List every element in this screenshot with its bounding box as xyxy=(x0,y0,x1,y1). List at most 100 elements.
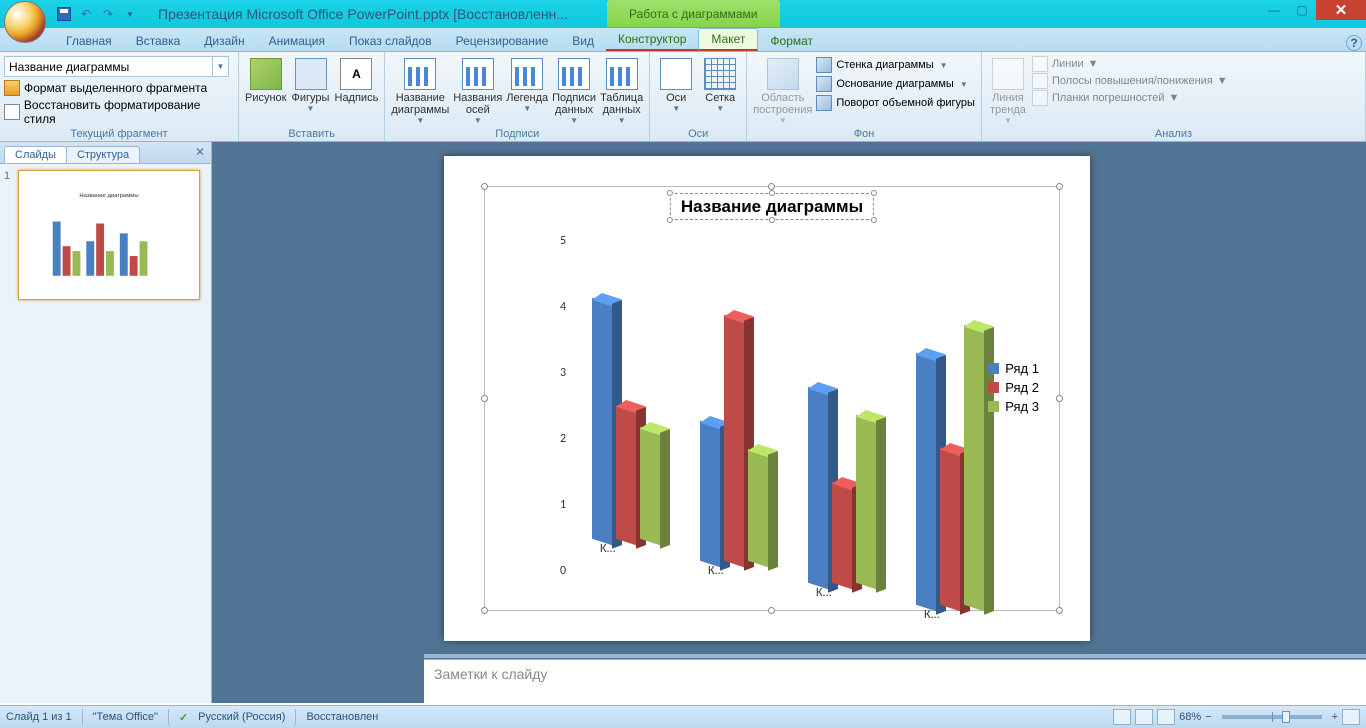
maximize-button[interactable]: ▢ xyxy=(1288,0,1316,20)
tab-layout[interactable]: Макет xyxy=(698,28,758,51)
chart-floor-button[interactable]: Основание диаграммы▼ xyxy=(814,75,977,93)
redo-button[interactable]: ↷ xyxy=(100,6,116,22)
insert-picture-button[interactable]: Рисунок xyxy=(243,54,289,104)
workspace: Слайды Структура ✕ 1 Название диаграммы xyxy=(0,142,1366,703)
chart-title-button[interactable]: Название диаграммы▼ xyxy=(389,54,451,125)
insert-shapes-button[interactable]: Фигуры▼ xyxy=(289,54,333,113)
tab-slideshow[interactable]: Показ слайдов xyxy=(337,31,444,51)
insert-textbox-button[interactable]: A Надпись xyxy=(333,54,381,104)
chart-bars xyxy=(557,247,967,587)
resize-handle[interactable] xyxy=(871,217,877,223)
tab-outline[interactable]: Структура xyxy=(66,146,140,163)
resize-handle[interactable] xyxy=(768,607,775,614)
sorter-view-button[interactable] xyxy=(1135,709,1153,725)
resize-handle[interactable] xyxy=(667,217,673,223)
close-panel-button[interactable]: ✕ xyxy=(195,145,205,159)
thumb-chart-icon: Название диаграммы xyxy=(35,187,183,286)
chart-legend[interactable]: Ряд 1Ряд 2Ряд 3 xyxy=(988,357,1039,418)
chart-bar xyxy=(856,415,876,589)
chart-wall-icon xyxy=(816,57,832,73)
group-title: Подписи xyxy=(389,127,645,141)
slide-counter: Слайд 1 из 1 xyxy=(6,711,72,723)
chart-floor-icon xyxy=(816,76,832,92)
reset-style-button[interactable]: Восстановить форматирование стиля xyxy=(4,97,234,127)
lines-button: Линии▼ xyxy=(1030,56,1230,72)
normal-view-button[interactable] xyxy=(1113,709,1131,725)
resize-handle[interactable] xyxy=(1056,395,1063,402)
qat-dropdown[interactable]: ▼ xyxy=(122,6,138,22)
legend-item: Ряд 2 xyxy=(988,380,1039,395)
resize-handle[interactable] xyxy=(769,190,775,196)
resize-handle[interactable] xyxy=(871,190,877,196)
titlebar: ↶ ↷ ▼ Презентация Microsoft Office Power… xyxy=(0,0,1366,28)
resize-handle[interactable] xyxy=(768,183,775,190)
tab-constructor[interactable]: Конструктор xyxy=(606,29,698,51)
save-button[interactable] xyxy=(56,6,72,22)
resize-handle[interactable] xyxy=(481,183,488,190)
notes-pane[interactable]: Заметки к слайду xyxy=(424,659,1366,703)
help-button[interactable]: ? xyxy=(1346,35,1362,51)
slideshow-view-button[interactable] xyxy=(1157,709,1175,725)
close-button[interactable]: ✕ xyxy=(1316,0,1366,20)
ribbon-tabs: Главная Вставка Дизайн Анимация Показ сл… xyxy=(0,28,1366,52)
chart-bar xyxy=(700,421,720,567)
tab-format[interactable]: Формат xyxy=(758,31,825,51)
chart-object[interactable]: Название диаграммы 012345 К...К...К...К.… xyxy=(484,186,1060,611)
zoom-in-button[interactable]: + xyxy=(1332,711,1338,723)
resize-handle[interactable] xyxy=(667,190,673,196)
resize-handle[interactable] xyxy=(481,395,488,402)
data-table-button[interactable]: Таблица данных▼ xyxy=(598,54,645,125)
office-button[interactable] xyxy=(4,1,46,43)
resize-handle[interactable] xyxy=(769,217,775,223)
axis-titles-button[interactable]: Названия осей▼ xyxy=(451,54,504,125)
chart-bar xyxy=(832,482,852,589)
format-selection-button[interactable]: Формат выделенного фрагмента xyxy=(4,79,207,97)
format-selection-icon xyxy=(4,80,20,96)
undo-button[interactable]: ↶ xyxy=(78,6,94,22)
tab-home[interactable]: Главная xyxy=(54,31,124,51)
tab-view[interactable]: Вид xyxy=(560,31,606,51)
zoom-level[interactable]: 68% xyxy=(1179,711,1201,723)
rotation-3d-button[interactable]: Поворот объемной фигуры xyxy=(814,94,977,112)
window-controls: — ▢ ✕ xyxy=(1260,0,1366,20)
resize-handle[interactable] xyxy=(1056,183,1063,190)
error-bars-button: Планки погрешностей▼ xyxy=(1030,90,1230,106)
gridlines-button[interactable]: Сетка▼ xyxy=(698,54,742,113)
tab-design[interactable]: Дизайн xyxy=(192,31,256,51)
legend-item: Ряд 1 xyxy=(988,361,1039,376)
resize-handle[interactable] xyxy=(1056,607,1063,614)
fit-to-window-button[interactable] xyxy=(1342,709,1360,725)
tab-insert[interactable]: Вставка xyxy=(124,31,193,51)
resize-handle[interactable] xyxy=(481,607,488,614)
zoom-slider[interactable] xyxy=(1222,715,1322,719)
slide-editor[interactable]: Название диаграммы 012345 К...К...К...К.… xyxy=(212,142,1366,703)
axes-button[interactable]: Оси▼ xyxy=(654,54,698,113)
group-analysis: Линия тренда▼ Линии▼ Полосы повышения/по… xyxy=(982,52,1366,141)
chart-title-textbox[interactable]: Название диаграммы xyxy=(670,193,874,220)
group-insert: Рисунок Фигуры▼ A Надпись Вставить xyxy=(239,52,385,141)
spellcheck-icon[interactable]: ✓ xyxy=(179,711,188,724)
quick-access-toolbar: ↶ ↷ ▼ xyxy=(56,6,138,22)
group-current-selection: Название диаграммы ▼ Формат выделенного … xyxy=(0,52,239,141)
tab-slides[interactable]: Слайды xyxy=(4,146,67,163)
chart-bar xyxy=(640,427,660,545)
notes-splitter[interactable] xyxy=(424,654,1366,658)
group-title: Анализ xyxy=(986,127,1361,141)
data-labels-button[interactable]: Подписи данных▼ xyxy=(550,54,598,125)
minimize-button[interactable]: — xyxy=(1260,0,1288,20)
language-indicator[interactable]: Русский (Россия) xyxy=(198,711,285,723)
chart-wall-button[interactable]: Стенка диаграммы▼ xyxy=(814,56,977,74)
window-title: Презентация Microsoft Office PowerPoint.… xyxy=(158,6,568,22)
reset-style-icon xyxy=(4,104,20,120)
gridlines-icon xyxy=(704,58,736,90)
legend-swatch xyxy=(988,363,999,374)
chart-bar xyxy=(592,298,612,545)
chart-bar xyxy=(964,325,984,611)
zoom-out-button[interactable]: − xyxy=(1205,711,1211,723)
tab-review[interactable]: Рецензирование xyxy=(444,31,561,51)
slide-thumbnail[interactable]: 1 Название диаграммы xyxy=(4,170,207,300)
tab-animation[interactable]: Анимация xyxy=(257,31,337,51)
slide-canvas[interactable]: Название диаграммы 012345 К...К...К...К.… xyxy=(444,156,1090,641)
chart-element-selector[interactable]: Название диаграммы ▼ xyxy=(4,56,229,77)
legend-button[interactable]: Легенда▼ xyxy=(504,54,550,113)
